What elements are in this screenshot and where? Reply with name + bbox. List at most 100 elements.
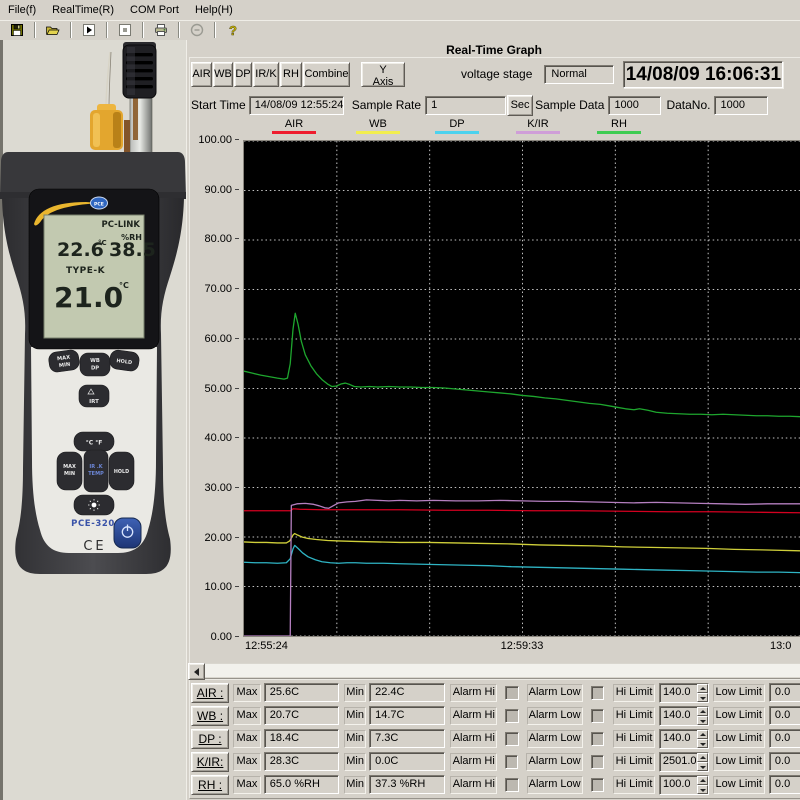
current-datetime-display: 14/08/09 16:06:31	[623, 61, 783, 88]
channel-label-button[interactable]: WB :	[191, 706, 229, 726]
channel-button-wb[interactable]: WB	[213, 62, 233, 87]
start-realtime-button[interactable]	[72, 21, 106, 40]
lcd-air-temp: 22.6	[57, 239, 104, 261]
min-value: 22.4C	[369, 683, 445, 702]
horizontal-scrollbar[interactable]	[188, 663, 800, 678]
spin-up-icon[interactable]	[697, 776, 708, 785]
hi-limit-spinner[interactable]: 100.0	[659, 775, 709, 795]
alarm-low-checkbox[interactable]	[591, 755, 604, 769]
min-label: Min	[344, 753, 366, 771]
alarm-table-row: DP : Max 18.4C Min 7.3C Alarm Hi Alarm L…	[191, 728, 800, 749]
min-value: 14.7C	[369, 706, 445, 725]
save-icon	[9, 22, 25, 38]
plot-svg	[244, 141, 800, 636]
spin-up-icon[interactable]	[697, 753, 708, 762]
scroll-left-button[interactable]	[188, 663, 205, 680]
channel-label-button[interactable]: RH :	[191, 775, 229, 795]
hi-limit-spinner[interactable]: 140.0	[659, 729, 709, 749]
alarm-low-label: Alarm Low	[527, 684, 583, 702]
menu-help[interactable]: Help(H)	[187, 2, 241, 18]
sampling-controls-row: Start Time 14/08/09 12:55:24 Sample Rate…	[191, 94, 768, 116]
x-axis-labels: 12:55:2412:59:3313:0	[243, 640, 800, 656]
lcd-status: PC-LINK	[102, 220, 141, 230]
channel-button-dp[interactable]: DP	[234, 62, 252, 87]
stop-icon	[117, 22, 133, 38]
alarm-table-row: AIR : Max 25.6C Min 22.4C Alarm Hi Alarm…	[191, 682, 800, 703]
alarm-hi-checkbox[interactable]	[505, 778, 518, 792]
low-limit-value: 0.0	[769, 775, 800, 794]
alarm-hi-checkbox[interactable]	[505, 709, 518, 723]
spin-up-icon[interactable]	[697, 707, 708, 716]
spin-up-icon[interactable]	[697, 684, 708, 693]
spin-down-icon[interactable]	[697, 716, 708, 725]
key-c-f: °C °F	[86, 440, 103, 447]
svg-text:TEMP: TEMP	[88, 471, 104, 477]
svg-text:IR .K: IR .K	[89, 464, 103, 470]
play-icon	[81, 22, 97, 38]
menu-realtime[interactable]: RealTime(R)	[44, 2, 122, 18]
svg-text:HOLD: HOLD	[114, 469, 129, 475]
channel-controls-row: AIR WB DP IR/K RH Combine Y Axis voltage…	[191, 60, 783, 88]
min-value: 7.3C	[369, 729, 445, 748]
chart-legend: AIR WB DP K/IR RH	[243, 118, 800, 138]
channel-button-air[interactable]: AIR	[191, 62, 212, 87]
menu-com-port[interactable]: COM Port	[122, 2, 187, 18]
channel-button-rh[interactable]: RH	[280, 62, 302, 87]
alarm-hi-checkbox[interactable]	[505, 732, 518, 746]
stop-realtime-button[interactable]	[108, 21, 142, 40]
spin-down-icon[interactable]	[697, 785, 708, 794]
print-button[interactable]	[144, 21, 178, 40]
alarm-low-checkbox[interactable]	[591, 778, 604, 792]
alarm-low-checkbox[interactable]	[591, 709, 604, 723]
ce-mark: CE	[83, 539, 106, 554]
legend-swatch-kir	[516, 131, 560, 134]
low-limit-label: Low Limit	[713, 707, 765, 725]
spin-down-icon[interactable]	[697, 739, 708, 748]
max-label: Max	[233, 730, 261, 748]
save-button[interactable]	[0, 21, 34, 40]
spinner-buttons[interactable]	[697, 707, 708, 725]
svg-text:MAX: MAX	[63, 464, 76, 470]
spinner-buttons[interactable]	[697, 753, 708, 771]
y-tick-label: 80.00	[204, 233, 239, 245]
y-tick-label: 0.00	[211, 631, 239, 643]
y-tick-label: 30.00	[204, 482, 239, 494]
spinner-buttons[interactable]	[697, 730, 708, 748]
voltage-stage-label: voltage stage	[461, 67, 532, 81]
open-button[interactable]	[36, 21, 70, 40]
svg-text:WB: WB	[90, 358, 100, 364]
channel-label-button[interactable]: DP :	[191, 729, 229, 749]
spin-down-icon[interactable]	[697, 762, 708, 771]
channel-label-button[interactable]: K/IR:	[191, 752, 229, 772]
channel-label-button[interactable]: AIR :	[191, 683, 229, 703]
application-window: File(f) RealTime(R) COM Port Help(H) ?	[0, 0, 800, 800]
spinner-buttons[interactable]	[697, 684, 708, 702]
help-button[interactable]: ?	[216, 21, 250, 40]
hi-limit-label: Hi Limit	[613, 707, 655, 725]
hi-limit-spinner[interactable]: 2501.0	[659, 752, 709, 772]
lcd-air-temp-unit: °C	[98, 239, 107, 247]
hi-limit-spinner[interactable]: 140.0	[659, 683, 709, 703]
alarm-hi-checkbox[interactable]	[505, 755, 518, 769]
sample-rate-label: Sample Rate	[352, 98, 421, 112]
record-button[interactable]	[180, 21, 214, 40]
hi-limit-spinner[interactable]: 140.0	[659, 706, 709, 726]
menu-file[interactable]: File(f)	[0, 2, 44, 18]
min-value: 0.0C	[369, 752, 445, 771]
y-axis-button[interactable]: Y Axis	[361, 62, 405, 87]
scrollbar-track[interactable]	[205, 663, 800, 678]
sample-rate-unit-button[interactable]: Sec	[507, 95, 533, 116]
spinner-buttons[interactable]	[697, 776, 708, 794]
sample-rate-input[interactable]: 1	[425, 96, 506, 115]
alarm-low-checkbox[interactable]	[591, 686, 604, 700]
channel-button-irk[interactable]: IR/K	[253, 62, 279, 87]
y-tick-label: 90.00	[204, 184, 239, 196]
toolbar: ?	[0, 20, 800, 41]
record-disabled-icon	[189, 22, 205, 38]
spin-up-icon[interactable]	[697, 730, 708, 739]
alarm-low-checkbox[interactable]	[591, 732, 604, 746]
svg-text:IRT: IRT	[89, 399, 99, 405]
spin-down-icon[interactable]	[697, 693, 708, 702]
alarm-hi-checkbox[interactable]	[505, 686, 518, 700]
channel-button-combine[interactable]: Combine	[303, 62, 350, 87]
